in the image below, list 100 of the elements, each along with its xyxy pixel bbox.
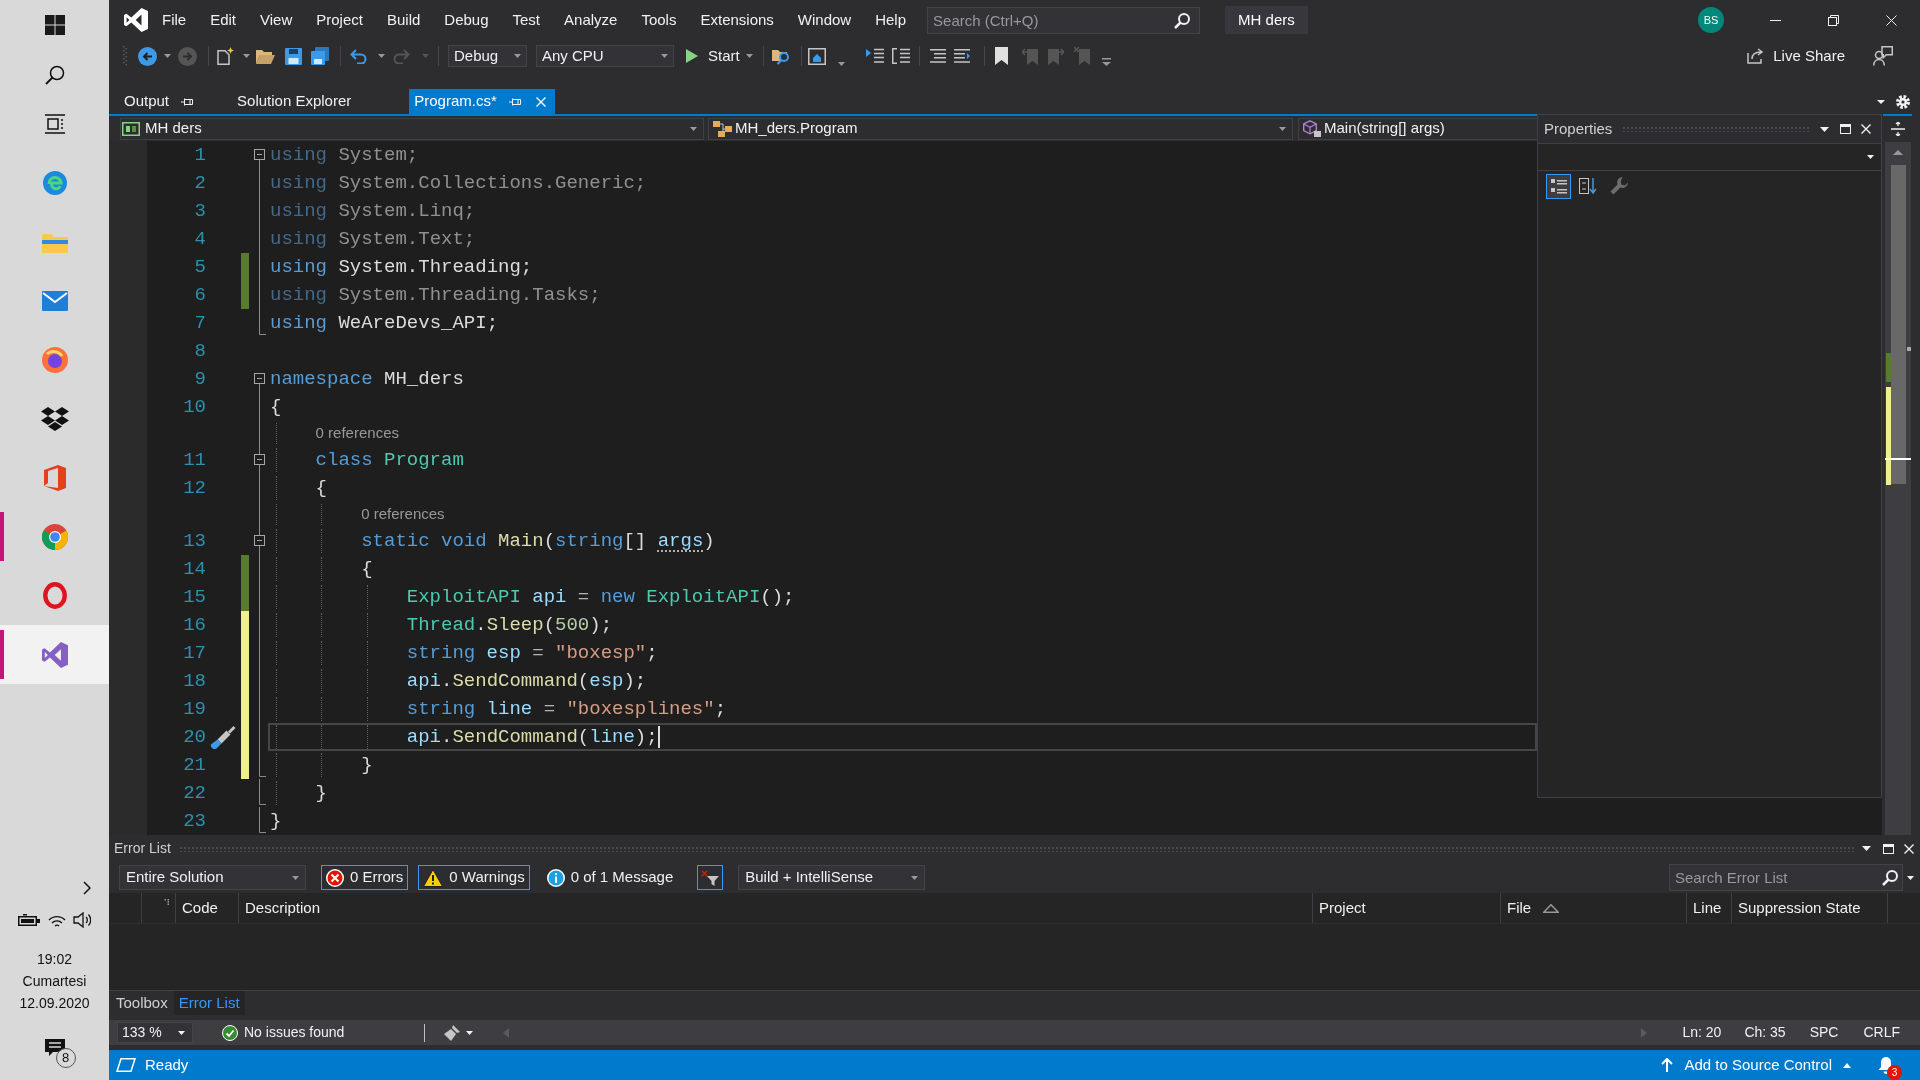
split-icon[interactable] <box>1890 122 1905 136</box>
ribbon-logo-icon[interactable] <box>41 641 68 668</box>
column-header[interactable]: Suppression State <box>1732 893 1888 923</box>
filter-toggle-button[interactable]: 0 of 1 Message <box>541 865 679 890</box>
drag-handle[interactable] <box>1622 126 1810 132</box>
caret-icon[interactable] <box>164 54 171 58</box>
bookmark-icon[interactable] <box>994 47 1008 65</box>
tool-window-tab[interactable]: Toolbox <box>112 991 172 1015</box>
battery-icon[interactable] <box>18 914 40 926</box>
menu-item[interactable]: Extensions <box>688 5 786 35</box>
view-toggle-button[interactable] <box>1546 173 1571 199</box>
document-tab[interactable]: Solution Explorer <box>230 89 359 114</box>
caret-icon[interactable] <box>745 54 753 58</box>
indent-lines-icon[interactable] <box>929 49 946 63</box>
gear-icon[interactable] <box>1896 94 1910 109</box>
envelope-icon[interactable] <box>41 290 68 311</box>
new-file-icon[interactable] <box>216 47 234 65</box>
tool-window-tab[interactable]: Error List <box>173 991 245 1015</box>
scope-dropdown[interactable]: Entire Solution <box>119 865 306 890</box>
menu-item[interactable]: Help <box>863 5 919 35</box>
task-view-icon[interactable] <box>44 114 65 134</box>
caret-icon[interactable] <box>1907 875 1914 880</box>
ring-icon[interactable] <box>42 582 67 609</box>
menu-item[interactable]: Window <box>785 5 864 35</box>
caret-icon[interactable] <box>466 1030 474 1035</box>
indentation-indicator[interactable]: SPC <box>1809 1022 1839 1043</box>
source-control-button[interactable]: Add to Source Control <box>1659 1052 1853 1078</box>
caret-icon[interactable] <box>243 54 250 58</box>
diamond-boxes-icon[interactable] <box>40 406 69 431</box>
search-icon[interactable] <box>1174 12 1191 29</box>
configuration-dropdown[interactable]: Debug <box>448 45 527 67</box>
minus-box-icon[interactable] <box>254 454 265 465</box>
minus-box-icon[interactable] <box>254 149 265 160</box>
caret-icon[interactable] <box>1877 99 1885 104</box>
filter-toggle-button[interactable]: 0 Errors <box>321 865 409 890</box>
segmented-circle-icon[interactable] <box>41 523 68 550</box>
caret-icon[interactable] <box>1862 846 1871 851</box>
menu-item[interactable]: Edit <box>198 5 249 35</box>
menu-item[interactable]: File <box>150 5 199 35</box>
caret-icon[interactable] <box>1279 126 1286 131</box>
minus-box-icon[interactable] <box>254 373 265 384</box>
minus-box-icon[interactable] <box>254 535 265 546</box>
list-arrow-icon[interactable] <box>865 48 884 64</box>
folder-icon[interactable] <box>256 48 275 64</box>
menu-item[interactable]: Tools <box>629 5 689 35</box>
column-header[interactable]: Code <box>176 893 239 923</box>
tile-frame-icon[interactable] <box>43 464 66 491</box>
undo-arrow-icon[interactable] <box>350 48 367 64</box>
flame-circle-icon[interactable] <box>41 346 68 373</box>
caret-icon[interactable] <box>690 126 697 131</box>
search-field[interactable]: Search (Ctrl+Q) <box>927 6 1201 34</box>
maximize-icon[interactable] <box>1840 124 1851 134</box>
clock-time[interactable]: 19:02 <box>36 948 72 970</box>
column-header[interactable]: Project <box>1313 893 1501 923</box>
screwdriver-icon[interactable] <box>210 725 236 749</box>
menu-item[interactable]: Build <box>374 5 433 35</box>
menu-item[interactable]: Project <box>304 5 375 35</box>
source-dropdown[interactable]: Build + IntelliSense <box>738 865 926 890</box>
swirl-icon[interactable] <box>42 170 67 195</box>
person-bubble-icon[interactable] <box>1873 46 1893 66</box>
menu-item[interactable]: Test <box>500 5 553 35</box>
search-field[interactable]: Search Error List <box>1669 864 1903 891</box>
caret-icon[interactable] <box>837 62 845 66</box>
line-ending-indicator[interactable]: CRLF <box>1863 1022 1900 1043</box>
search-icon[interactable] <box>1882 870 1898 886</box>
filter-button[interactable] <box>697 865 724 890</box>
account-avatar[interactable]: BS <box>1698 7 1724 33</box>
caret-icon[interactable] <box>178 1030 185 1035</box>
caret-icon[interactable] <box>1820 126 1829 132</box>
menu-item[interactable]: Debug <box>432 5 501 35</box>
grip-icon[interactable] <box>123 46 127 66</box>
close-icon[interactable] <box>1904 843 1914 854</box>
codelens-link[interactable]: 0 references <box>361 503 445 526</box>
platform-dropdown[interactable]: Any CPU <box>536 45 674 67</box>
speaker-icon[interactable] <box>73 912 91 928</box>
chevron-icon[interactable] <box>83 881 91 895</box>
live-share-button[interactable]: Live Share <box>1747 44 1845 68</box>
menu-item[interactable]: Analyze <box>552 5 630 35</box>
list-bracket-icon[interactable] <box>891 48 910 64</box>
search-icon[interactable] <box>44 64 65 85</box>
maximize-icon[interactable] <box>1883 843 1894 854</box>
pin-icon[interactable] <box>181 96 194 107</box>
window-home-icon[interactable] <box>807 47 826 65</box>
floppy-disks-icon[interactable] <box>311 47 329 65</box>
vertical-scrollbar[interactable] <box>1885 142 1911 835</box>
close-icon[interactable] <box>1861 124 1871 134</box>
column-header[interactable]: File <box>1501 893 1687 923</box>
zoom-dropdown[interactable]: 133 % <box>117 1022 193 1043</box>
four-squares-icon[interactable] <box>44 15 65 35</box>
overflow-icon[interactable] <box>1101 58 1111 66</box>
codelens-link[interactable]: 0 references <box>315 422 399 445</box>
filter-toggle-button[interactable]: 0 Warnings <box>418 865 530 890</box>
outdent-lines-icon[interactable] <box>953 49 970 63</box>
type-dropdown[interactable]: MH_ders.Program <box>708 117 1293 140</box>
document-tab[interactable]: Output <box>117 89 201 114</box>
folder-search-icon[interactable] <box>771 47 791 65</box>
column-header[interactable]: Line <box>1687 893 1732 923</box>
caret-icon[interactable] <box>378 54 385 58</box>
start-button[interactable]: Start <box>684 44 755 68</box>
column-header[interactable]: Description <box>239 893 1313 923</box>
